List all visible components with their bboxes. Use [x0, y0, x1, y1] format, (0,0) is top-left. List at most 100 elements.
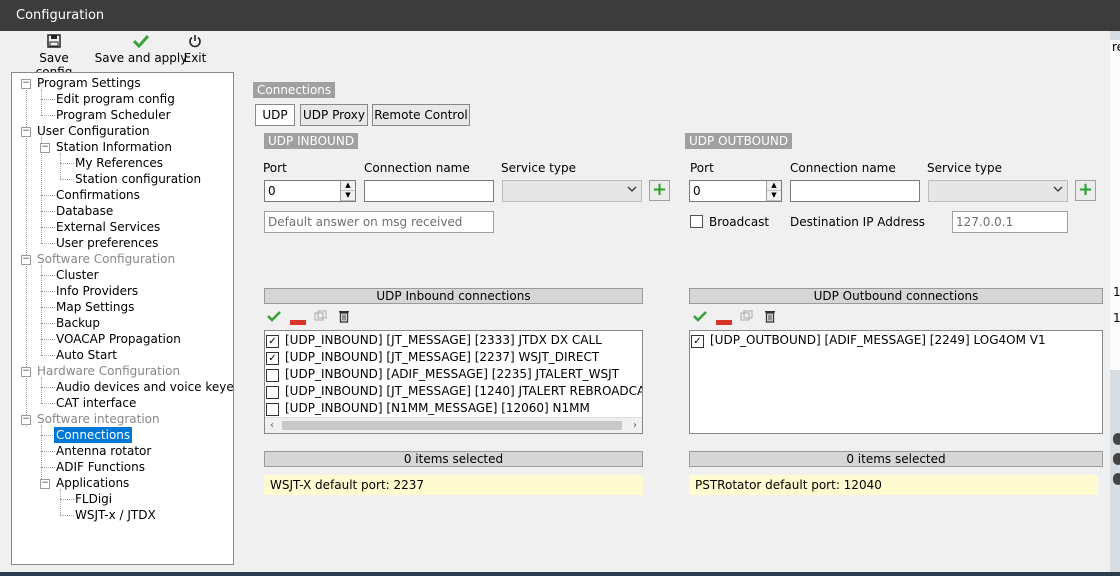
broadcast-checkbox[interactable] — [690, 215, 703, 228]
tree-audio-devices[interactable]: Audio devices and voice keyer — [56, 379, 233, 395]
checkmark-icon — [93, 34, 189, 51]
inbound-list-toolbar — [266, 309, 366, 327]
outbound-connection-name-input[interactable] — [790, 180, 920, 202]
tree-program-scheduler[interactable]: Program Scheduler — [56, 107, 171, 123]
tree-software-integration[interactable]: Software integration — [37, 411, 160, 427]
outbound-item-checkbox[interactable]: ✓ — [691, 335, 704, 348]
tab-remote-control[interactable]: Remote Control — [372, 104, 470, 126]
outbound-add-button[interactable]: + — [1075, 180, 1096, 201]
inbound-service-type-select[interactable] — [502, 180, 642, 202]
outbound-connection-name-label: Connection name — [790, 161, 896, 175]
inbound-item-checkbox[interactable] — [266, 403, 279, 416]
tree-my-references[interactable]: My References — [75, 155, 163, 171]
inbound-port-stepper[interactable]: ▲ ▼ — [340, 181, 355, 201]
save-and-apply-button[interactable]: Save and apply — [93, 34, 189, 68]
list-item-label: [UDP_OUTBOUND] [ADIF_MESSAGE] [2249] LOG… — [710, 333, 1046, 347]
tree-edit-program-config[interactable]: Edit program config — [56, 91, 175, 107]
outbound-selected-status: 0 items selected — [689, 451, 1103, 467]
inbound-item-checkbox[interactable] — [266, 386, 279, 399]
outbound-port-stepper[interactable]: ▲ ▼ — [766, 181, 781, 201]
destination-ip-input[interactable]: 127.0.0.1 — [952, 211, 1068, 233]
outbound-default-port-notice: PSTRotator default port: 12040 — [689, 475, 1098, 495]
inbound-connections-list: ✓ [UDP_INBOUND] [JT_MESSAGE] [2333] JTDX… — [264, 330, 643, 434]
copy-icon[interactable] — [314, 309, 328, 329]
inbound-item-checkbox[interactable]: ✓ — [266, 335, 279, 348]
power-icon — [182, 34, 208, 51]
tree-cat-interface[interactable]: CAT interface — [56, 395, 136, 411]
inbound-list-header: UDP Inbound connections — [264, 288, 643, 304]
tab-udp-proxy[interactable]: UDP Proxy — [300, 104, 368, 126]
tree-station-configuration[interactable]: Station configuration — [75, 171, 201, 187]
up-arrow-icon[interactable]: ▲ — [767, 181, 781, 191]
tree-applications[interactable]: Applications — [56, 475, 129, 491]
background-titlebar — [1110, 0, 1120, 31]
tree-software-configuration[interactable]: Software Configuration — [37, 251, 175, 267]
tree-voacap-propagation[interactable]: VOACAP Propagation — [56, 331, 181, 347]
inbound-connection-name-input[interactable] — [364, 180, 494, 202]
collapse-applications[interactable]: − — [40, 479, 50, 489]
scrollbar-thumb[interactable] — [282, 421, 622, 430]
tree-adif-functions[interactable]: ADIF Functions — [56, 459, 145, 475]
default-answer-input[interactable]: Default answer on msg received — [264, 211, 494, 233]
chevron-down-icon — [1053, 184, 1063, 197]
connections-group-title: Connections — [253, 82, 336, 98]
tree-connections[interactable]: Connections — [54, 427, 133, 443]
save-and-apply-label: Save and apply — [94, 51, 188, 65]
up-arrow-icon[interactable]: ▲ — [341, 181, 355, 191]
inbound-horizontal-scrollbar[interactable]: ‹ › — [265, 417, 642, 433]
tree-station-information[interactable]: Station Information — [56, 139, 172, 155]
outbound-list-toolbar — [692, 309, 792, 327]
inbound-port-input[interactable]: 0 ▲ ▼ — [264, 180, 356, 202]
trash-icon[interactable] — [338, 309, 350, 329]
copy-icon[interactable] — [740, 309, 754, 329]
tree-auto-start[interactable]: Auto Start — [56, 347, 117, 363]
check-all-icon[interactable] — [692, 309, 708, 329]
collapse-program-settings[interactable]: − — [21, 79, 31, 89]
trash-icon[interactable] — [764, 309, 776, 329]
tree-program-settings[interactable]: Program Settings — [37, 75, 141, 91]
background-text: 1 — [1113, 285, 1120, 299]
tree-wsjtx-jtdx[interactable]: WSJT-x / JTDX — [75, 507, 156, 523]
tree-map-settings[interactable]: Map Settings — [56, 299, 134, 315]
udp-inbound-title: UDP INBOUND — [264, 133, 359, 149]
inbound-add-button[interactable]: + — [649, 180, 670, 201]
outbound-service-type-label: Service type — [927, 161, 1002, 175]
save-config-button[interactable]: Save config — [21, 34, 87, 79]
tree-user-preferences[interactable]: User preferences — [56, 235, 158, 251]
tree-confirmations[interactable]: Confirmations — [56, 187, 140, 203]
inbound-port-label: Port — [263, 161, 287, 175]
tree-backup[interactable]: Backup — [56, 315, 100, 331]
outbound-service-type-select[interactable] — [928, 180, 1068, 202]
inbound-item-checkbox[interactable]: ✓ — [266, 352, 279, 365]
broadcast-label: Broadcast — [709, 215, 770, 229]
collapse-hardware-configuration[interactable]: − — [21, 367, 31, 377]
destination-ip-label: Destination IP Address — [790, 215, 926, 229]
collapse-user-configuration[interactable]: − — [21, 127, 31, 137]
outbound-port-input[interactable]: 0 ▲ ▼ — [689, 180, 782, 202]
collapse-software-configuration[interactable]: − — [21, 255, 31, 265]
background-text: 1 — [1113, 311, 1120, 325]
inbound-connection-name-label: Connection name — [364, 161, 470, 175]
inbound-service-type-label: Service type — [501, 161, 576, 175]
tree-info-providers[interactable]: Info Providers — [56, 283, 138, 299]
background-radio-icon — [1113, 473, 1120, 485]
tree-user-configuration[interactable]: User Configuration — [37, 123, 150, 139]
inbound-item-checkbox[interactable] — [266, 369, 279, 382]
collapse-software-integration[interactable]: − — [21, 415, 31, 425]
plus-icon: + — [1077, 179, 1094, 200]
window-title: Configuration — [0, 0, 1110, 31]
exit-button[interactable]: Exit — [182, 34, 208, 68]
tree-cluster[interactable]: Cluster — [56, 267, 99, 283]
tree-database[interactable]: Database — [56, 203, 113, 219]
scroll-right-icon[interactable]: › — [633, 418, 637, 433]
tree-hardware-configuration[interactable]: Hardware Configuration — [37, 363, 180, 379]
tree-external-services[interactable]: External Services — [56, 219, 160, 235]
collapse-station-information[interactable]: − — [40, 143, 50, 153]
down-arrow-icon[interactable]: ▼ — [767, 191, 781, 201]
tree-antenna-rotator[interactable]: Antenna rotator — [56, 443, 151, 459]
tree-fldigi[interactable]: FLDigi — [75, 491, 112, 507]
tab-udp[interactable]: UDP — [255, 104, 295, 126]
down-arrow-icon[interactable]: ▼ — [341, 191, 355, 201]
check-all-icon[interactable] — [266, 309, 282, 329]
scroll-left-icon[interactable]: ‹ — [270, 418, 274, 433]
